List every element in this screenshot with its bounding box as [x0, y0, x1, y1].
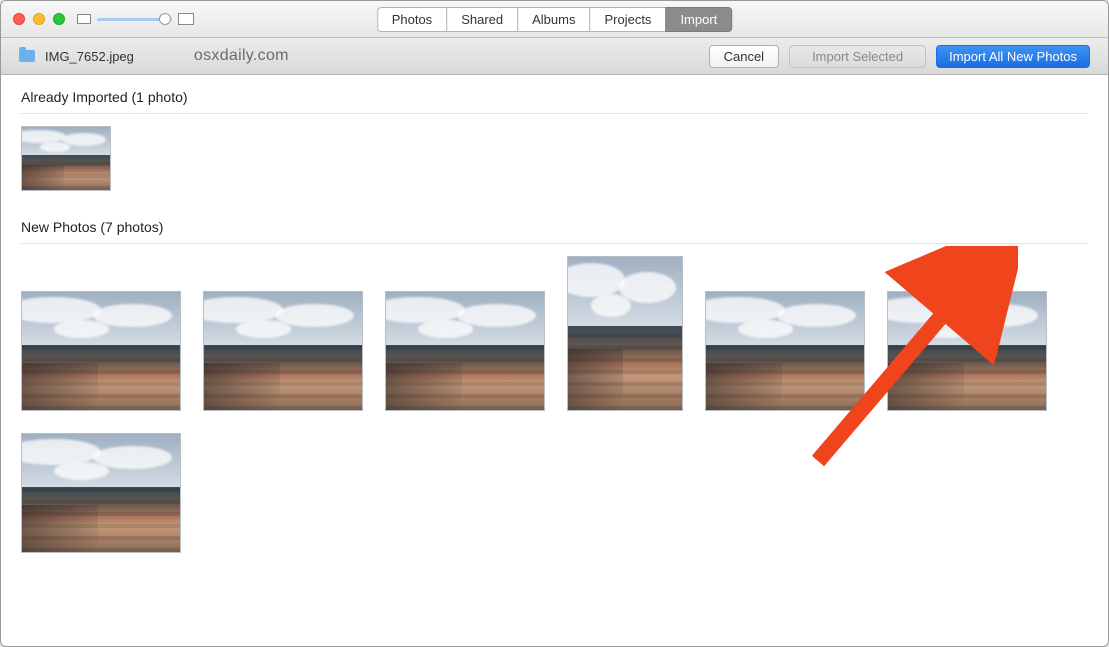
import-source-filename: IMG_7652.jpeg — [45, 49, 134, 64]
new-photos-heading: New Photos (7 photos) — [21, 219, 1088, 235]
title-bar: PhotosSharedAlbumsProjectsImport — [1, 1, 1108, 38]
view-tabs: PhotosSharedAlbumsProjectsImport — [377, 7, 733, 32]
window-fullscreen-button[interactable] — [53, 13, 65, 25]
tab-projects[interactable]: Projects — [589, 7, 665, 32]
thumbnail-small-icon — [77, 14, 91, 24]
section-divider — [21, 113, 1088, 114]
folder-icon — [19, 50, 35, 62]
already-imported-grid — [21, 126, 1088, 191]
app-window: PhotosSharedAlbumsProjectsImport IMG_765… — [0, 0, 1109, 647]
photo-thumbnail[interactable] — [385, 291, 545, 411]
photo-thumbnail[interactable] — [887, 291, 1047, 411]
new-photos-grid — [21, 256, 1088, 553]
window-minimize-button[interactable] — [33, 13, 45, 25]
section-divider — [21, 243, 1088, 244]
photo-thumbnail[interactable] — [21, 433, 181, 553]
window-controls — [13, 13, 65, 25]
thumbnail-size-slider[interactable] — [97, 18, 172, 21]
photo-thumbnail[interactable] — [21, 291, 181, 411]
tab-shared[interactable]: Shared — [446, 7, 517, 32]
thumbnail-size-control — [77, 13, 194, 25]
tab-photos[interactable]: Photos — [377, 7, 446, 32]
import-toolbar: IMG_7652.jpeg osxdaily.com Cancel Import… — [1, 38, 1108, 75]
photo-thumbnail[interactable] — [567, 256, 683, 411]
watermark-text: osxdaily.com — [194, 47, 289, 65]
photo-thumbnail[interactable] — [21, 126, 111, 191]
photo-thumbnail[interactable] — [203, 291, 363, 411]
tab-import[interactable]: Import — [665, 7, 732, 32]
import-all-new-photos-button[interactable]: Import All New Photos — [936, 45, 1090, 68]
slider-thumb[interactable] — [159, 13, 171, 25]
cancel-button[interactable]: Cancel — [709, 45, 779, 68]
import-selected-button[interactable]: Import Selected — [789, 45, 926, 68]
already-imported-heading: Already Imported (1 photo) — [21, 89, 1088, 105]
import-content: Already Imported (1 photo) New Photos (7… — [1, 75, 1108, 646]
thumbnail-large-icon — [178, 13, 194, 25]
tab-albums[interactable]: Albums — [517, 7, 589, 32]
photo-thumbnail[interactable] — [705, 291, 865, 411]
window-close-button[interactable] — [13, 13, 25, 25]
